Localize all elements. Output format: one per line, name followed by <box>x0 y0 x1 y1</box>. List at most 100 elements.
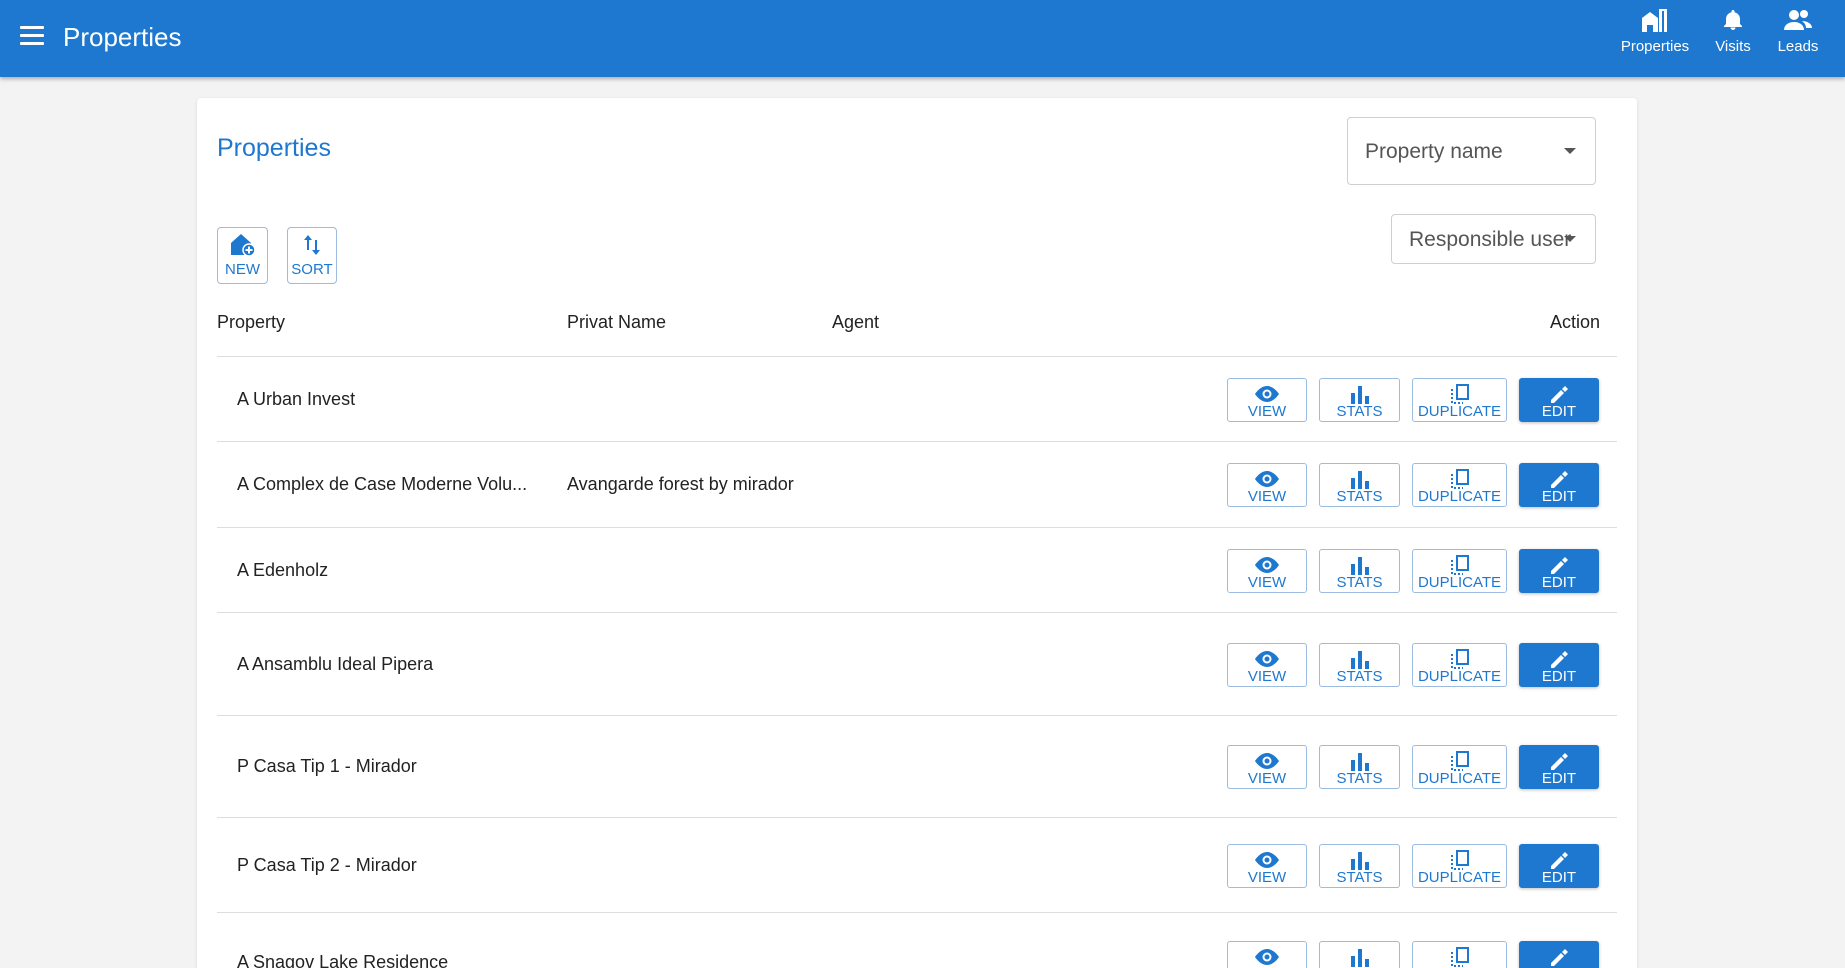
bar-chart-icon <box>1350 753 1369 771</box>
edit-label: EDIT <box>1541 488 1577 505</box>
pencil-icon <box>1551 949 1568 966</box>
duplicate-label: DUPLICATE <box>1417 574 1502 591</box>
property-name-select[interactable]: Property name <box>1347 117 1596 185</box>
table-row: P Casa Tip 2 - Mirador VIEW STATS DUPLIC… <box>217 818 1617 913</box>
property-cell: A Urban Invest <box>237 389 356 409</box>
view-button[interactable]: VIEW <box>1227 844 1307 888</box>
bar-chart-icon <box>1350 557 1369 575</box>
nav-leads[interactable]: Leads <box>1772 8 1824 68</box>
eye-icon <box>1255 753 1279 769</box>
responsible-user-placeholder: Responsible user <box>1409 228 1572 251</box>
stats-button[interactable]: STATS <box>1319 643 1400 687</box>
nav-leads-label: Leads <box>1777 38 1819 55</box>
edit-button[interactable]: EDIT <box>1519 549 1599 593</box>
sort-arrows-icon <box>304 235 320 255</box>
edit-label: EDIT <box>1541 574 1577 591</box>
property-cell: A Edenholz <box>237 560 329 580</box>
responsible-user-select[interactable]: Responsible user <box>1391 214 1596 264</box>
edit-button[interactable]: EDIT <box>1519 463 1599 507</box>
stats-button[interactable]: STATS <box>1319 745 1400 789</box>
nav-properties-label: Properties <box>1620 38 1690 55</box>
stats-label: STATS <box>1336 770 1383 787</box>
edit-label: EDIT <box>1541 869 1577 886</box>
property-cell: P Casa Tip 1 - Mirador <box>237 756 417 776</box>
view-label: VIEW <box>1247 403 1287 420</box>
nav-visits-label: Visits <box>1715 38 1751 55</box>
sort-button[interactable]: SORT <box>287 227 337 284</box>
table-row: A Snagov Lake Residence VIEW STATS DUP <box>217 913 1617 968</box>
edit-label: EDIT <box>1541 770 1577 787</box>
eye-icon <box>1255 471 1279 487</box>
duplicate-button[interactable]: DUPLICATE <box>1412 463 1507 507</box>
properties-card: Properties Property name Responsible use… <box>197 98 1637 968</box>
stats-button[interactable]: STATS <box>1319 378 1400 422</box>
view-button[interactable]: VIEW <box>1227 378 1307 422</box>
menu-icon[interactable] <box>20 26 44 48</box>
duplicate-icon <box>1450 469 1469 489</box>
add-home-icon <box>230 234 256 257</box>
column-header-property: Property <box>217 312 286 332</box>
table-row: P Casa Tip 1 - Mirador VIEW STATS DUPLIC… <box>217 716 1617 818</box>
duplicate-label: DUPLICATE <box>1417 403 1502 420</box>
view-label: VIEW <box>1247 869 1287 886</box>
edit-button[interactable]: EDIT <box>1519 643 1599 687</box>
property-cell: A Snagov Lake Residence <box>237 952 449 968</box>
stats-label: STATS <box>1336 869 1383 886</box>
view-button[interactable]: VIEW <box>1227 643 1307 687</box>
stats-button[interactable]: STATS <box>1319 549 1400 593</box>
duplicate-button[interactable]: DUPLICATE <box>1412 549 1507 593</box>
duplicate-icon <box>1450 751 1469 771</box>
sort-button-label: SORT <box>291 261 333 278</box>
duplicate-icon <box>1450 850 1469 870</box>
nav-properties[interactable]: Properties <box>1615 8 1695 68</box>
pencil-icon <box>1551 852 1568 869</box>
eye-icon <box>1255 386 1279 402</box>
duplicate-button[interactable]: DUPLICATE <box>1412 643 1507 687</box>
duplicate-label: DUPLICATE <box>1417 488 1502 505</box>
view-button[interactable]: VIEW <box>1227 941 1307 968</box>
dropdown-arrow-icon <box>1564 236 1576 242</box>
stats-button[interactable]: STATS <box>1319 941 1400 968</box>
duplicate-button[interactable]: DUPLICATE <box>1412 941 1507 968</box>
view-button[interactable]: VIEW <box>1227 549 1307 593</box>
nav-visits[interactable]: Visits <box>1708 8 1758 68</box>
table-row: A Edenholz VIEW STATS DUPLICATE EDIT <box>217 528 1617 613</box>
table-row: A Ansamblu Ideal Pipera VIEW STATS DUPLI… <box>217 613 1617 716</box>
bar-chart-icon <box>1350 651 1369 669</box>
app-bar: Properties Properties Visits Leads <box>0 0 1845 77</box>
view-label: VIEW <box>1247 668 1287 685</box>
pencil-icon <box>1551 753 1568 770</box>
new-property-button[interactable]: NEW <box>217 227 268 284</box>
duplicate-button[interactable]: DUPLICATE <box>1412 378 1507 422</box>
duplicate-icon <box>1450 384 1469 404</box>
view-label: VIEW <box>1247 574 1287 591</box>
edit-button[interactable]: EDIT <box>1519 844 1599 888</box>
column-header-agent: Agent <box>832 312 880 332</box>
column-header-action: Action <box>1550 312 1601 332</box>
stats-button[interactable]: STATS <box>1319 844 1400 888</box>
stats-button[interactable]: STATS <box>1319 463 1400 507</box>
eye-icon <box>1255 852 1279 868</box>
view-button[interactable]: VIEW <box>1227 745 1307 789</box>
edit-button[interactable]: EDIT <box>1519 941 1599 968</box>
duplicate-label: DUPLICATE <box>1417 668 1502 685</box>
edit-label: EDIT <box>1541 668 1577 685</box>
view-label: VIEW <box>1247 488 1287 505</box>
stats-label: STATS <box>1336 403 1383 420</box>
stats-label: STATS <box>1336 574 1383 591</box>
stats-label: STATS <box>1336 488 1383 505</box>
edit-label: EDIT <box>1541 403 1577 420</box>
duplicate-button[interactable]: DUPLICATE <box>1412 745 1507 789</box>
view-button[interactable]: VIEW <box>1227 463 1307 507</box>
pencil-icon <box>1551 386 1568 403</box>
edit-button[interactable]: EDIT <box>1519 745 1599 789</box>
duplicate-icon <box>1450 649 1469 669</box>
duplicate-button[interactable]: DUPLICATE <box>1412 844 1507 888</box>
buildings-icon <box>1642 9 1667 32</box>
privat-name-cell: Avangarde forest by mirador <box>567 474 794 494</box>
stats-label: STATS <box>1336 668 1383 685</box>
bar-chart-icon <box>1350 852 1369 870</box>
table-row: A Urban Invest VIEW STATS DUPLICATE EDIT <box>217 357 1617 442</box>
edit-button[interactable]: EDIT <box>1519 378 1599 422</box>
dropdown-arrow-icon <box>1564 148 1576 154</box>
